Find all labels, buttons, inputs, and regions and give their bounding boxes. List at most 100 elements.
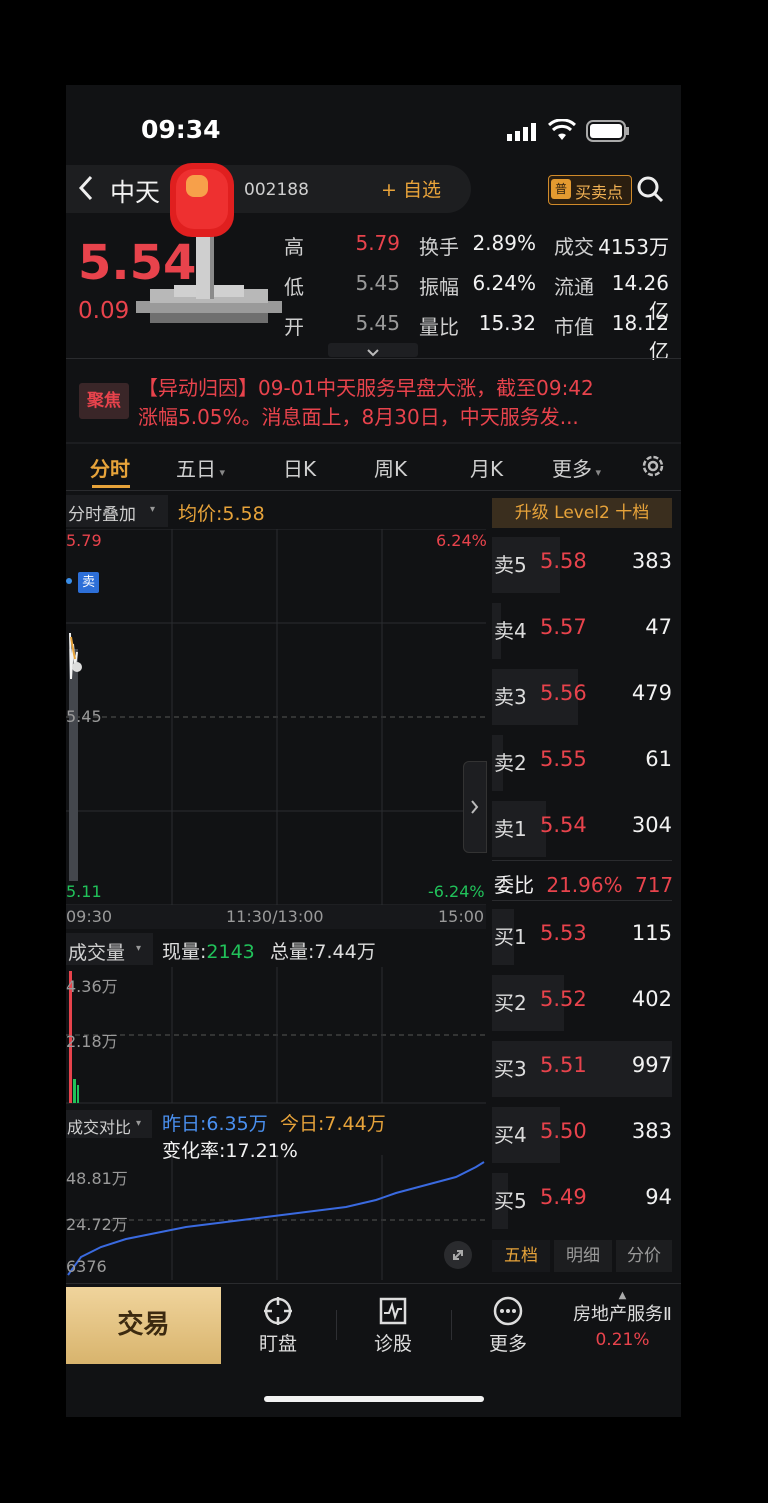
intraday-chart	[66, 529, 486, 906]
volume-tick-mid: 2.18万	[66, 1032, 118, 1051]
sector-info[interactable]: ▲ 房地产服务Ⅱ 0.21%	[564, 1290, 681, 1350]
home-indicator[interactable]	[264, 1396, 484, 1402]
buysell-points-button[interactable]: 普 买卖点	[548, 175, 632, 205]
tab-monthly-k[interactable]: 月K	[470, 453, 503, 482]
divider	[492, 900, 672, 901]
axis-pct-high: 6.24%	[436, 531, 487, 550]
add-favorite-button[interactable]: + 自选	[381, 175, 441, 202]
news-focus-icon: 聚焦	[79, 383, 129, 419]
tab-intraday[interactable]: 分时	[90, 453, 130, 482]
stat-label: 换手	[419, 235, 459, 259]
ask-row[interactable]: 卖2 5.55 61	[492, 729, 672, 795]
compare-dropdown[interactable]: 成交对比 ▾	[66, 1110, 152, 1138]
divider	[66, 442, 681, 444]
news-banner[interactable]: 【异动归因】09-01中天服务早盘大涨，截至09:42 涨幅5.05%。消息面上…	[138, 374, 668, 432]
tab-five-day[interactable]: 五日 ▾	[176, 453, 225, 482]
back-button[interactable]	[78, 175, 94, 208]
divider	[336, 1310, 337, 1340]
stat-label: 量比	[419, 315, 459, 339]
joystick-icon	[134, 159, 284, 343]
time-start: 09:30	[66, 907, 113, 926]
bid-row[interactable]: 买1 5.53 115	[492, 903, 672, 969]
trade-button[interactable]: 交易	[66, 1287, 221, 1364]
sector-name: 房地产服务Ⅱ	[573, 1304, 672, 1325]
orderbook-tab-five[interactable]: 五档	[492, 1240, 550, 1272]
bid-price: 5.49	[540, 1185, 587, 1209]
orderbook-tab-price[interactable]: 分价	[616, 1240, 672, 1272]
ask-volume: 304	[631, 813, 672, 837]
avg-price: 均价:5.58	[178, 503, 265, 525]
time-mid: 11:30/13:00	[226, 907, 324, 926]
order-ratio: 委比 21.96% 717	[494, 873, 674, 897]
ask-volume: 383	[631, 549, 672, 573]
ask-volume: 479	[631, 681, 672, 705]
nav-watch[interactable]: 盯盘	[233, 1295, 323, 1356]
expand-stats-button[interactable]	[328, 343, 418, 357]
axis-mid: 5.45	[66, 707, 102, 726]
ask-row[interactable]: 卖1 5.54 304	[492, 795, 672, 861]
bid-label: 买5	[494, 1189, 527, 1213]
stat-label: 低	[284, 275, 304, 299]
stat-value: 4153万	[598, 235, 669, 259]
tab-daily-k[interactable]: 日K	[283, 453, 316, 482]
volume-current: 现量:2143	[162, 941, 255, 963]
stat-label: 高	[284, 235, 304, 259]
ask-label: 卖4	[494, 619, 527, 643]
compare-today: 今日:7.44万	[280, 1113, 386, 1135]
ask-row[interactable]: 卖3 5.56 479	[492, 663, 672, 729]
time-end: 15:00	[438, 907, 485, 926]
divider	[492, 860, 672, 861]
fullscreen-icon[interactable]	[444, 1241, 472, 1269]
stat-value: 2.89%	[472, 231, 536, 255]
tab-underline	[92, 485, 130, 488]
overlay-dropdown[interactable]: 分时叠加 ▾	[66, 495, 168, 527]
settings-gear-icon[interactable]	[640, 453, 666, 483]
more-dots-icon	[463, 1295, 553, 1329]
tab-more[interactable]: 更多 ▾	[552, 453, 601, 482]
current-point	[72, 662, 82, 672]
compare-tick-bottom: 6376	[66, 1257, 107, 1276]
bid-row[interactable]: 买2 5.52 402	[492, 969, 672, 1035]
upgrade-level2-button[interactable]: 升级 Level2 十档	[492, 498, 672, 528]
compare-chart	[66, 1155, 486, 1280]
ask-row[interactable]: 卖4 5.57 47	[492, 597, 672, 663]
ask-price: 5.58	[540, 549, 587, 573]
nav-more[interactable]: 更多	[463, 1295, 553, 1356]
volume-total: 总量:7.44万	[270, 941, 376, 963]
bid-row[interactable]: 买3 5.51 997	[492, 1035, 672, 1101]
caret-up-icon: ▲	[618, 1290, 627, 1301]
buysell-label: 买卖点	[575, 183, 624, 202]
target-icon	[233, 1295, 323, 1329]
ask-row[interactable]: 卖5 5.58 383	[492, 531, 672, 597]
expand-panel-button[interactable]	[463, 761, 487, 853]
stat-value: 5.45	[355, 271, 400, 295]
bid-row[interactable]: 买5 5.49 94	[492, 1167, 672, 1233]
volume-chart	[66, 967, 486, 1104]
bid-price: 5.51	[540, 1053, 587, 1077]
app-screen: 09:34 中天 002188 + 自选 普 买卖点 5.54 0.09 高 5…	[66, 85, 681, 1417]
ask-price: 5.57	[540, 615, 587, 639]
axis-pct-low: -6.24%	[428, 882, 485, 901]
divider	[66, 1283, 681, 1284]
time-axis: 09:30 11:30/13:00 15:00	[66, 905, 486, 929]
orderbook-tab-detail[interactable]: 明细	[554, 1240, 612, 1272]
stat-label: 成交	[554, 235, 594, 259]
bid-row[interactable]: 买4 5.50 383	[492, 1101, 672, 1167]
signal-icon	[507, 123, 539, 145]
volume-dropdown[interactable]: 成交量 ▾	[66, 933, 153, 965]
tab-weekly-k[interactable]: 周K	[374, 453, 407, 482]
status-time: 09:34	[141, 115, 221, 144]
stat-value: 15.32	[478, 311, 536, 335]
nav-diagnose[interactable]: 诊股	[348, 1295, 438, 1356]
divider	[66, 358, 681, 359]
search-icon[interactable]	[636, 175, 664, 207]
stat-value: 18.12亿	[611, 311, 669, 363]
bid-volume: 383	[631, 1119, 672, 1143]
stat-label: 振幅	[419, 275, 459, 299]
price-change: 0.09	[78, 298, 130, 324]
bid-volume: 115	[631, 921, 672, 945]
stat-value: 6.24%	[472, 271, 536, 295]
sell-marker[interactable]: 卖	[78, 572, 99, 593]
ask-volume: 47	[645, 615, 672, 639]
stat-label: 开	[284, 315, 304, 339]
